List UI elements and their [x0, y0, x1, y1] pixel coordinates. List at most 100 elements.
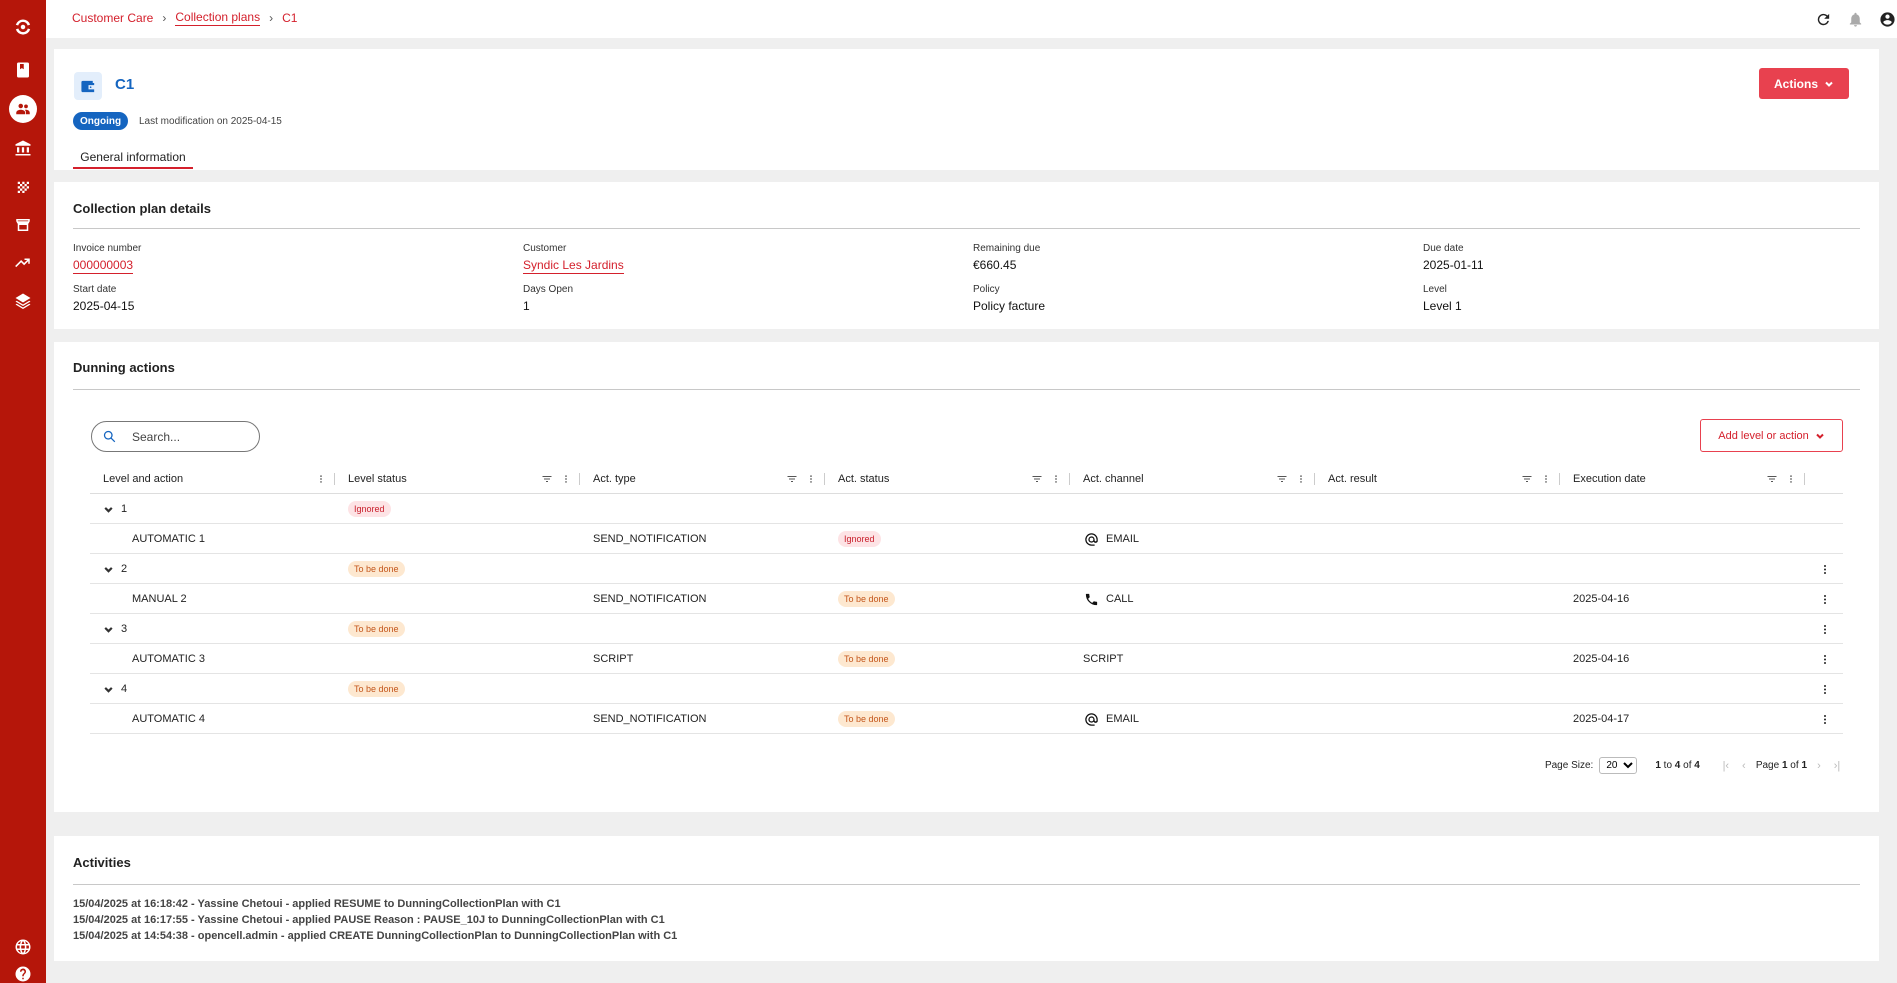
- first-page-icon[interactable]: |‹: [1720, 760, 1732, 772]
- previous-page-icon[interactable]: ‹: [1738, 760, 1750, 772]
- column-header-execution-date[interactable]: Execution date: [1560, 464, 1805, 494]
- filter-icon[interactable]: [1766, 473, 1778, 485]
- level-cell[interactable]: 2: [103, 554, 127, 584]
- table-row-action[interactable]: AUTOMATIC 1 SEND_NOTIFICATION Ignored EM…: [90, 524, 1843, 554]
- remaining-due-value: €660.45: [973, 258, 1017, 272]
- row-menu-icon[interactable]: [1819, 712, 1831, 726]
- last-page-icon[interactable]: ›|: [1831, 760, 1843, 772]
- field-remaining-due: Remaining due €660.45: [973, 243, 1040, 272]
- level-cell[interactable]: 3: [103, 614, 127, 644]
- table-row-action[interactable]: AUTOMATIC 4 SEND_NOTIFICATION To be done…: [90, 704, 1843, 734]
- filter-icon[interactable]: [541, 473, 553, 485]
- page-indicator: Page 1 of 1: [1755, 760, 1807, 771]
- action-channel: CALL: [1106, 593, 1134, 605]
- field-label: Due date: [1423, 243, 1464, 254]
- help-icon[interactable]: [8, 959, 38, 983]
- column-menu-icon[interactable]: [1541, 472, 1551, 486]
- actions-button[interactable]: Actions: [1759, 68, 1849, 99]
- app-logo-icon[interactable]: [8, 12, 38, 42]
- row-menu-icon[interactable]: [1819, 652, 1831, 666]
- chevron-down-icon[interactable]: [103, 504, 114, 515]
- details-title: Collection plan details: [73, 201, 211, 216]
- activity-item: 15/04/2025 at 16:18:42 - Yassine Chetoui…: [73, 898, 561, 910]
- field-customer: Customer Syndic Les Jardins: [523, 243, 624, 274]
- chevron-down-icon[interactable]: [103, 624, 114, 635]
- filter-icon[interactable]: [1276, 473, 1288, 485]
- table-row-level[interactable]: 3 To be done: [90, 614, 1843, 644]
- store-icon[interactable]: [8, 210, 38, 240]
- column-header-act-channel[interactable]: Act. channel: [1070, 464, 1315, 494]
- action-type: SEND_NOTIFICATION: [593, 593, 707, 605]
- customer-link[interactable]: Syndic Les Jardins: [523, 258, 624, 274]
- column-menu-icon[interactable]: [561, 472, 571, 486]
- table-row-level[interactable]: 4 To be done: [90, 674, 1843, 704]
- column-menu-icon[interactable]: [1786, 472, 1796, 486]
- tab-general-information[interactable]: General information: [73, 144, 193, 169]
- row-menu-icon[interactable]: [1819, 562, 1831, 576]
- due-date-value: 2025-01-11: [1423, 258, 1484, 272]
- dunning-actions: Dunning actions Add level or action Leve…: [54, 342, 1879, 812]
- column-header-level-status[interactable]: Level status: [335, 464, 580, 494]
- layers-icon[interactable]: [8, 286, 38, 316]
- field-label: Days Open: [523, 284, 574, 295]
- bank-icon[interactable]: [8, 133, 38, 163]
- level-cell[interactable]: 1: [103, 494, 127, 524]
- filter-icon[interactable]: [1031, 473, 1043, 485]
- search-icon: [103, 430, 116, 443]
- column-menu-icon[interactable]: [806, 472, 816, 486]
- action-name: MANUAL 2: [132, 593, 187, 605]
- account-icon[interactable]: [1877, 9, 1897, 29]
- grid-dots-icon[interactable]: [8, 172, 38, 202]
- column-header-level-and-action[interactable]: Level and action: [90, 464, 335, 494]
- execution-date: 2025-04-16: [1573, 653, 1630, 665]
- refresh-icon[interactable]: [1813, 9, 1833, 29]
- bell-icon[interactable]: [1845, 9, 1865, 29]
- chevron-down-icon[interactable]: [103, 684, 114, 695]
- filter-icon[interactable]: [1521, 473, 1533, 485]
- search-box: [91, 421, 260, 452]
- level-cell[interactable]: 4: [103, 674, 127, 704]
- table-row-action[interactable]: MANUAL 2 SEND_NOTIFICATION To be done CA…: [90, 584, 1843, 614]
- action-channel: EMAIL: [1106, 713, 1140, 725]
- divider: [73, 884, 1860, 885]
- page-size-select[interactable]: 20: [1599, 757, 1638, 774]
- chevron-down-icon[interactable]: [103, 564, 114, 575]
- globe-icon[interactable]: [8, 932, 38, 962]
- column-menu-icon[interactable]: [1051, 472, 1061, 486]
- search-input[interactable]: [132, 429, 242, 444]
- dunning-title: Dunning actions: [73, 360, 175, 375]
- field-label: Policy: [973, 284, 1000, 295]
- level-status-badge: To be done: [348, 621, 405, 637]
- status-badge: Ongoing: [73, 112, 129, 130]
- column-menu-icon[interactable]: [316, 472, 326, 486]
- row-range: 1 to 4 of 4: [1655, 760, 1700, 771]
- days-open-value: 1: [523, 299, 530, 313]
- table-row-level[interactable]: 1 Ignored: [90, 494, 1843, 524]
- pagination: Page Size: 20 1 to 4 of 4 |‹ ‹ Page 1 of…: [1545, 757, 1843, 774]
- book-icon[interactable]: [8, 55, 38, 85]
- action-name: AUTOMATIC 4: [132, 713, 205, 725]
- column-header-act-result[interactable]: Act. result: [1315, 464, 1560, 494]
- row-menu-icon[interactable]: [1819, 622, 1831, 636]
- add-level-or-action-button[interactable]: Add level or action: [1700, 419, 1843, 452]
- level-status-badge: To be done: [348, 561, 405, 577]
- column-header-act-type[interactable]: Act. type: [580, 464, 825, 494]
- filter-icon[interactable]: [786, 473, 798, 485]
- breadcrumb: Customer Care › Collection plans › C1: [72, 10, 297, 26]
- row-menu-icon[interactable]: [1819, 682, 1831, 696]
- customer-care-icon[interactable]: [8, 94, 38, 124]
- next-page-icon[interactable]: ›: [1813, 760, 1825, 772]
- row-menu-icon[interactable]: [1819, 592, 1831, 606]
- field-level: Level Level 1: [1423, 284, 1462, 313]
- table-row-level[interactable]: 2 To be done: [90, 554, 1843, 584]
- table-row-action[interactable]: AUTOMATIC 3 SCRIPT To be done SCRIPT 202…: [90, 644, 1843, 674]
- field-due-date: Due date 2025-01-11: [1423, 243, 1484, 272]
- action-type: SEND_NOTIFICATION: [593, 533, 707, 545]
- breadcrumb-customer-care[interactable]: Customer Care: [72, 11, 153, 25]
- trending-up-icon[interactable]: [8, 248, 38, 278]
- invoice-number-link[interactable]: 000000003: [73, 258, 134, 274]
- column-menu-icon[interactable]: [1296, 472, 1306, 486]
- field-days-open: Days Open 1: [523, 284, 573, 313]
- column-header-act-status[interactable]: Act. status: [825, 464, 1070, 494]
- breadcrumb-collection-plans[interactable]: Collection plans: [175, 10, 261, 26]
